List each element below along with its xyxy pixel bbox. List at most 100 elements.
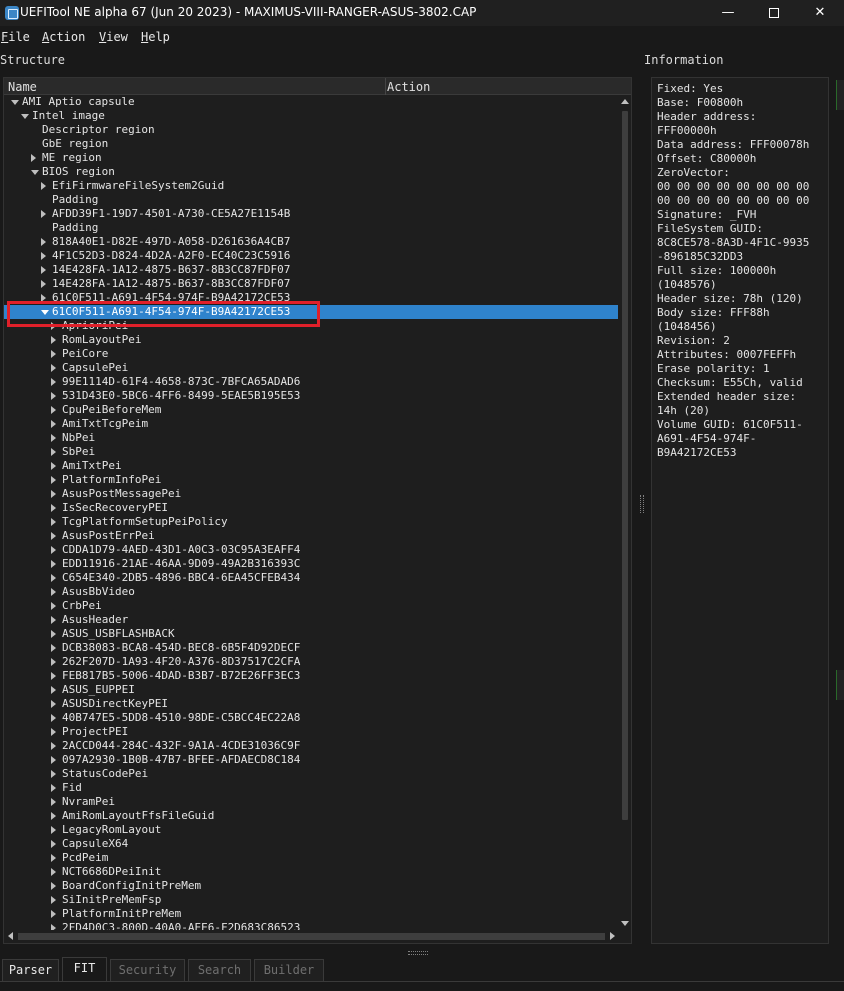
expand-right-arrow-icon[interactable] [51,686,56,694]
expand-right-arrow-icon[interactable] [51,714,56,722]
tree-row[interactable]: IsSecRecoveryPEI [4,501,618,515]
expand-right-arrow-icon[interactable] [41,252,46,260]
horizontal-scroll-thumb[interactable] [18,933,605,940]
tree-row[interactable]: PeiCore [4,347,618,361]
vertical-scrollbar[interactable] [619,95,631,930]
expand-right-arrow-icon[interactable] [51,392,56,400]
menu-help[interactable]: Help [141,30,170,44]
menu-view[interactable]: View [99,30,128,44]
expand-right-arrow-icon[interactable] [51,420,56,428]
tab-security[interactable]: Security [110,959,185,981]
expand-right-arrow-icon[interactable] [51,728,56,736]
expand-right-arrow-icon[interactable] [51,350,56,358]
expand-right-arrow-icon[interactable] [51,588,56,596]
tree-row[interactable]: AsusHeader [4,613,618,627]
expand-right-arrow-icon[interactable] [51,658,56,666]
tree-row[interactable]: CDDA1D79-4AED-43D1-A0C3-03C95A3EAFF4 [4,543,618,557]
tree-row[interactable]: CapsuleX64 [4,837,618,851]
expand-right-arrow-icon[interactable] [51,644,56,652]
tree-row[interactable]: AmiRomLayoutFfsFileGuid [4,809,618,823]
expand-right-arrow-icon[interactable] [51,616,56,624]
column-name-header[interactable]: Name [8,80,37,94]
tree-row[interactable]: GbE region [4,137,618,151]
expand-down-arrow-icon[interactable] [41,310,49,315]
expand-right-arrow-icon[interactable] [51,462,56,470]
tree-row[interactable]: ME region [4,151,618,165]
tree-row[interactable]: EDD11916-21AE-46AA-9D09-49A2B316393C [4,557,618,571]
expand-right-arrow-icon[interactable] [51,840,56,848]
expand-right-arrow-icon[interactable] [51,322,56,330]
tree-row[interactable]: AsusPostMessagePei [4,487,618,501]
expand-right-arrow-icon[interactable] [51,672,56,680]
tree-row[interactable]: SiInitPreMemFsp [4,893,618,907]
tree-row[interactable]: 531D43E0-5BC6-4FF6-8499-5EAE5B195E53 [4,389,618,403]
expand-right-arrow-icon[interactable] [51,448,56,456]
tree-row[interactable]: ASUSDirectKeyPEI [4,697,618,711]
tree-row[interactable]: AsusPostErrPei [4,529,618,543]
structure-tree[interactable]: Name Action AMI Aptio capsule Intel image… [3,77,632,944]
expand-right-arrow-icon[interactable] [51,882,56,890]
expand-right-arrow-icon[interactable] [51,826,56,834]
horizontal-splitter-handle[interactable] [408,951,428,955]
menu-file[interactable]: File [1,30,30,44]
expand-right-arrow-icon[interactable] [51,378,56,386]
tree-row[interactable]: TcgPlatformSetupPeiPolicy [4,515,618,529]
expand-right-arrow-icon[interactable] [51,602,56,610]
tab-parser[interactable]: Parser [2,959,59,981]
expand-right-arrow-icon[interactable] [51,476,56,484]
tree-row[interactable]: C654E340-2DB5-4896-BBC4-6EA45CFEB434 [4,571,618,585]
menu-action[interactable]: Action [42,30,85,44]
expand-right-arrow-icon[interactable] [51,434,56,442]
tree-row[interactable]: 4F1C52D3-D824-4D2A-A2F0-EC40C23C5916 [4,249,618,263]
tree-row[interactable]: NCT6686DPeiInit [4,865,618,879]
tree-row[interactable]: 40B747E5-5DD8-4510-98DE-C5BCC4EC22A8 [4,711,618,725]
tree-row[interactable]: NbPei [4,431,618,445]
expand-right-arrow-icon[interactable] [51,812,56,820]
tab-fit[interactable]: FIT [62,957,107,981]
expand-right-arrow-icon[interactable] [51,532,56,540]
tree-row[interactable]: Padding [4,221,618,235]
horizontal-scrollbar[interactable] [4,930,619,943]
tree-row[interactable]: 14E428FA-1A12-4875-B637-8B3CC87FDF07 [4,263,618,277]
tree-row[interactable]: FEB817B5-5006-4DAD-B3B7-B72E26FF3EC3 [4,669,618,683]
expand-right-arrow-icon[interactable] [51,560,56,568]
tree-row[interactable]: AprioriPei [4,319,618,333]
expand-right-arrow-icon[interactable] [51,854,56,862]
tree-row[interactable]: PcdPeim [4,851,618,865]
tree-row[interactable]: CrbPei [4,599,618,613]
expand-down-arrow-icon[interactable] [11,100,19,105]
tree-row[interactable]: PlatformInitPreMem [4,907,618,921]
tree-row[interactable]: LegacyRomLayout [4,823,618,837]
expand-right-arrow-icon[interactable] [51,336,56,344]
tree-row[interactable]: Padding [4,193,618,207]
expand-right-arrow-icon[interactable] [51,518,56,526]
tab-builder[interactable]: Builder [254,959,324,981]
tree-row[interactable]: 61C0F511-A691-4F54-974F-B9A42172CE53 [4,291,618,305]
vertical-splitter-handle[interactable] [639,495,644,513]
expand-down-arrow-icon[interactable] [31,170,39,175]
tree-row[interactable]: ProjectPEI [4,725,618,739]
tree-row[interactable]: AmiTxtTcgPeim [4,417,618,431]
tree-row[interactable]: SbPei [4,445,618,459]
tree-row[interactable]: Descriptor region [4,123,618,137]
expand-right-arrow-icon[interactable] [51,504,56,512]
expand-right-arrow-icon[interactable] [51,742,56,750]
tree-row[interactable]: AsusBbVideo [4,585,618,599]
expand-right-arrow-icon[interactable] [51,770,56,778]
tree-row[interactable]: Intel image [4,109,618,123]
expand-right-arrow-icon[interactable] [41,294,46,302]
tree-row[interactable]: StatusCodePei [4,767,618,781]
expand-right-arrow-icon[interactable] [51,490,56,498]
expand-right-arrow-icon[interactable] [31,154,36,162]
expand-right-arrow-icon[interactable] [41,210,46,218]
expand-right-arrow-icon[interactable] [51,784,56,792]
scroll-right-arrow-icon[interactable] [610,932,615,940]
expand-right-arrow-icon[interactable] [51,700,56,708]
expand-right-arrow-icon[interactable] [41,266,46,274]
tree-row[interactable]: BoardConfigInitPreMem [4,879,618,893]
expand-right-arrow-icon[interactable] [51,546,56,554]
close-button[interactable]: ✕ [797,0,843,26]
tree-row[interactable]: BIOS region [4,165,618,179]
expand-right-arrow-icon[interactable] [51,406,56,414]
tree-row-selected[interactable]: 61C0F511-A691-4F54-974F-B9A42172CE53 [4,305,618,319]
